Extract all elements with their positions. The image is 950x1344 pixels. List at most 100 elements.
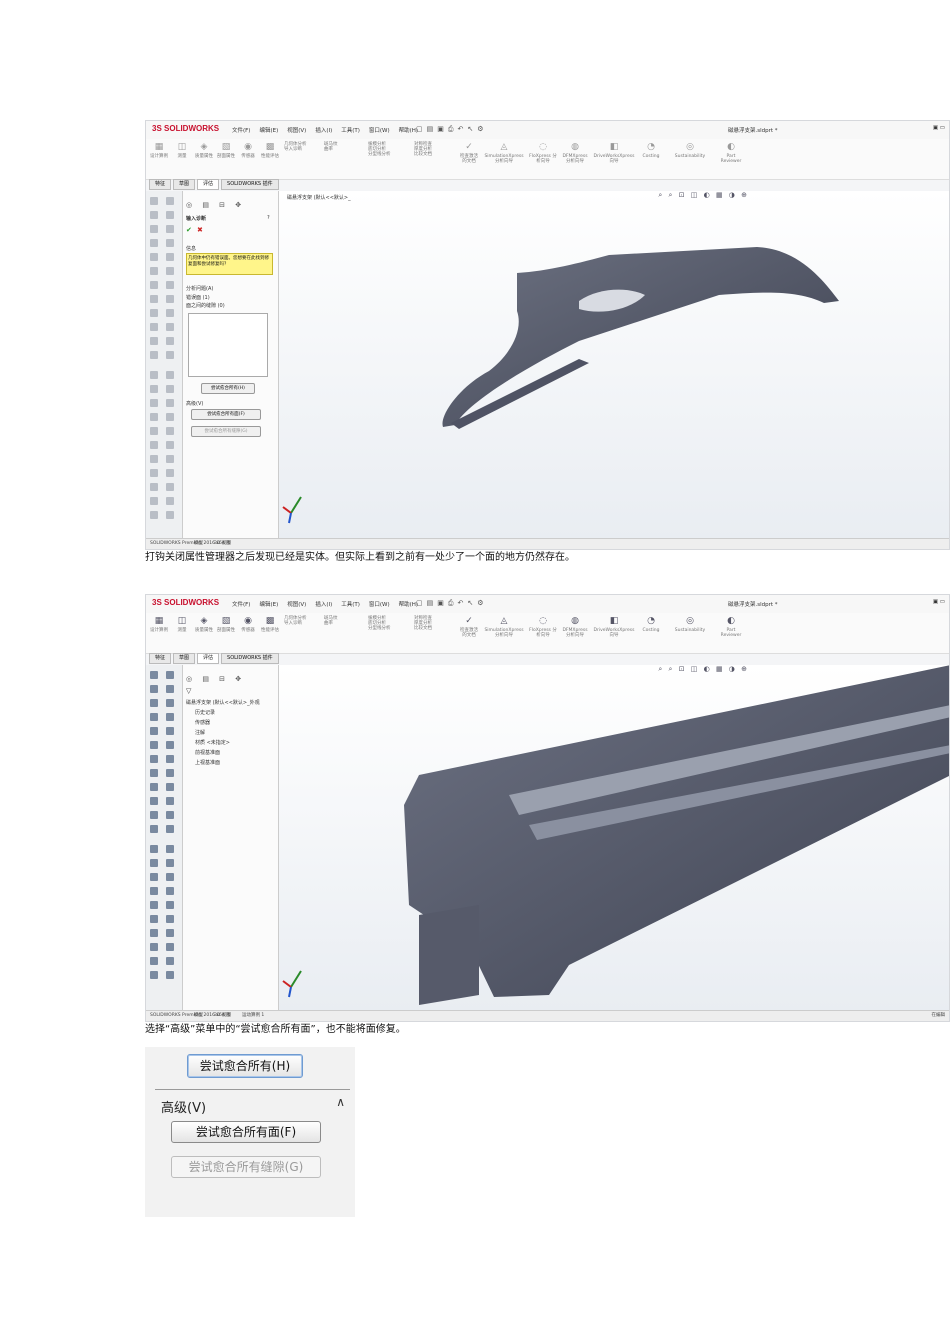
tab-addins[interactable]: SOLIDWORKS 插件: [221, 653, 279, 664]
graphics-area[interactable]: ⌕ ⌕ ⊡ ◫ ◐ ▦ ◑ ⊕: [279, 665, 949, 1011]
toolbar-icon[interactable]: [150, 399, 158, 407]
panel-tab-icons[interactable]: ◎ ▤ ⊟ ✥: [186, 201, 245, 209]
menu-file[interactable]: 文件(F): [232, 126, 250, 134]
toolbar-icon[interactable]: [150, 685, 158, 693]
toolbar-icon[interactable]: [150, 957, 158, 965]
toolbar-icon[interactable]: [166, 253, 174, 261]
ribbon-costing[interactable]: ◔ Costing: [638, 142, 664, 160]
problem-item[interactable]: 错误面 (1): [186, 294, 210, 301]
toolbar-icon[interactable]: [166, 671, 174, 679]
cancel-icon[interactable]: ✖: [197, 226, 203, 234]
toolbar-icon[interactable]: [150, 859, 158, 867]
heal-faces-button-small[interactable]: 尝试愈合所有面(F): [191, 409, 261, 420]
toolbar-icon[interactable]: [166, 337, 174, 345]
print-icon[interactable]: ⎙: [448, 125, 454, 134]
toolbar-icon[interactable]: [150, 511, 158, 519]
toolbar-icon[interactable]: [150, 915, 158, 923]
toolbar-icon[interactable]: [166, 901, 174, 909]
ribbon-section-properties[interactable]: ▧ 剖面属性: [215, 616, 237, 634]
toolbar-icon[interactable]: [150, 309, 158, 317]
toolbar-icon[interactable]: [150, 727, 158, 735]
toolbar-icon[interactable]: [166, 371, 174, 379]
ribbon-dfmxpress[interactable]: ◍ DFMXpress 分析向导: [560, 142, 590, 165]
toolbar-icon[interactable]: [166, 741, 174, 749]
menu-window[interactable]: 窗口(W): [369, 126, 390, 134]
ribbon-costing[interactable]: ◔ Costing: [638, 616, 664, 634]
select-icon[interactable]: ↖: [467, 599, 473, 608]
ribbon-sustainability[interactable]: ◎ Sustainability: [670, 142, 710, 160]
tab-evaluate[interactable]: 评估: [197, 179, 220, 190]
save-icon[interactable]: ▣: [437, 599, 444, 608]
tab-features[interactable]: 特征: [149, 179, 172, 190]
toolbar-icon[interactable]: [150, 755, 158, 763]
menu-tools[interactable]: 工具(T): [341, 600, 360, 608]
ribbon-check-doc[interactable]: ✓ 检查激活的文档: [458, 142, 480, 165]
tab-sketch[interactable]: 草图: [173, 653, 196, 664]
ribbon-measure[interactable]: ◫ 测量: [171, 616, 193, 634]
ribbon-floxpress[interactable]: ◌ FloXpress 分析向导: [528, 616, 558, 639]
ribbon-geometry-analysis[interactable]: 几何体分析 导入诊断: [284, 142, 320, 153]
tab-evaluate[interactable]: 评估: [197, 653, 220, 664]
tree-item-sensors[interactable]: 传感器: [195, 719, 210, 726]
ribbon-symmetry-group[interactable]: 对称检查 厚度分析 比较文档: [414, 616, 456, 632]
rebuild-icon[interactable]: ⚙: [477, 125, 483, 134]
toolbar-icon[interactable]: [166, 413, 174, 421]
toolbar-icon[interactable]: [150, 455, 158, 463]
problem-list-box[interactable]: [188, 313, 268, 377]
ribbon-zebra-group[interactable]: 斑马纹 曲率: [324, 616, 364, 627]
toolbar-icon[interactable]: [150, 371, 158, 379]
toolbar-icon[interactable]: [166, 323, 174, 331]
toolbar-icon[interactable]: [150, 441, 158, 449]
toolbar-icon[interactable]: [166, 399, 174, 407]
toolbar-icon[interactable]: [166, 769, 174, 777]
toolbar-icon[interactable]: [166, 309, 174, 317]
toolbar-icon[interactable]: [150, 929, 158, 937]
ribbon-part-reviewer[interactable]: ◐ Part Reviewer: [716, 616, 746, 639]
toolbar-icon[interactable]: [166, 873, 174, 881]
tab-sketch[interactable]: 草图: [173, 179, 196, 190]
tree-item-annotations[interactable]: 注解: [195, 729, 205, 736]
toolbar-icon[interactable]: [150, 469, 158, 477]
toolbar-icon[interactable]: [150, 337, 158, 345]
toolbar-icon[interactable]: [150, 713, 158, 721]
toolbar-icon[interactable]: [166, 971, 174, 979]
toolbar-icon[interactable]: [166, 845, 174, 853]
toolbar-icon[interactable]: [150, 413, 158, 421]
toolbar-icon[interactable]: [150, 197, 158, 205]
open-icon[interactable]: ▤: [427, 125, 434, 134]
toolbar-icon[interactable]: [166, 295, 174, 303]
toolbar-icon[interactable]: [150, 295, 158, 303]
toolbar-icon[interactable]: [150, 239, 158, 247]
toolbar-icon[interactable]: [150, 497, 158, 505]
toolbar-icon[interactable]: [150, 225, 158, 233]
new-icon[interactable]: ▢: [416, 599, 423, 608]
rebuild-icon[interactable]: ⚙: [477, 599, 483, 608]
advanced-section-header[interactable]: 高级(V): [161, 1097, 206, 1116]
toolbar-icon[interactable]: [166, 483, 174, 491]
toolbar-icon[interactable]: [166, 727, 174, 735]
toolbar-icon[interactable]: [166, 915, 174, 923]
ribbon-zebra-group[interactable]: 斑马纹 曲率: [324, 142, 364, 153]
toolbar-icon[interactable]: [166, 797, 174, 805]
toolbar-icon[interactable]: [150, 427, 158, 435]
tab-addins[interactable]: SOLIDWORKS 插件: [221, 179, 279, 190]
ribbon-evaluation[interactable]: ▩ 性能评估: [259, 616, 281, 634]
toolbar-icon[interactable]: [150, 971, 158, 979]
section-advanced-header[interactable]: 高级(V): [186, 400, 203, 407]
toolbar-icon[interactable]: [150, 901, 158, 909]
section-info-header[interactable]: 信息: [186, 245, 196, 252]
tree-item-part[interactable]: 磁悬浮支架 (默认<<默认>_外观: [186, 699, 260, 706]
toolbar-icon[interactable]: [150, 253, 158, 261]
ribbon-geometry-analysis[interactable]: 几何体分析 导入诊断: [284, 616, 320, 627]
ribbon-design-study[interactable]: ▦ 设计算例: [148, 616, 170, 634]
toolbar-icon[interactable]: [150, 769, 158, 777]
toolbar-icon[interactable]: [150, 267, 158, 275]
toolbar-icon[interactable]: [166, 497, 174, 505]
toolbar-icon[interactable]: [166, 887, 174, 895]
toolbar-icon[interactable]: [166, 385, 174, 393]
ribbon-symmetry-group[interactable]: 对称检查 厚度分析 比较文档: [414, 142, 456, 158]
toolbar-icon[interactable]: [150, 211, 158, 219]
menu-edit[interactable]: 编辑(E): [259, 600, 278, 608]
toolbar-icon[interactable]: [166, 469, 174, 477]
toolbar-icon[interactable]: [150, 385, 158, 393]
